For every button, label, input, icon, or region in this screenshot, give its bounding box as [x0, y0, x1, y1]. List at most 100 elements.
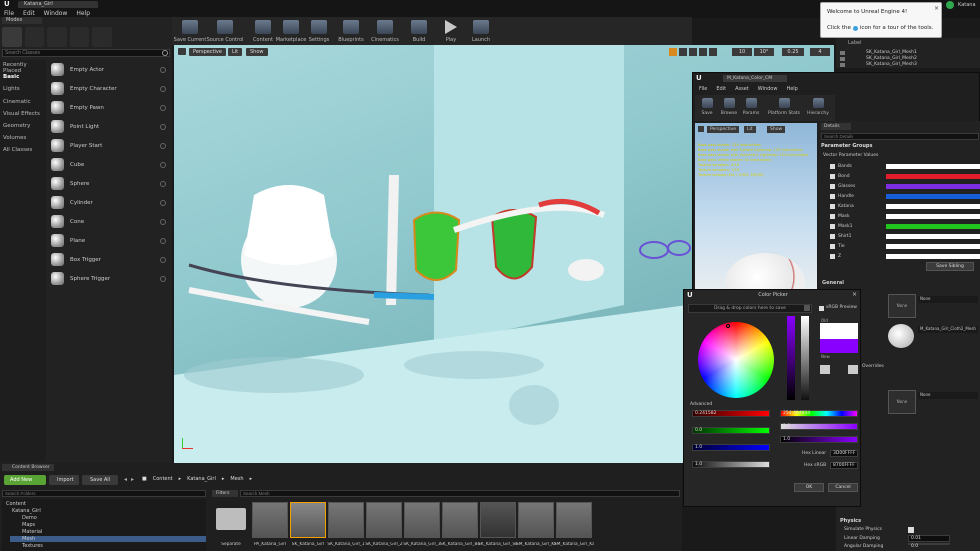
asset-tile-selected[interactable] — [290, 502, 326, 538]
perspective-button[interactable]: Perspective — [189, 48, 226, 56]
angular-damping-input[interactable]: 0.0 — [908, 543, 950, 549]
list-item[interactable]: Cylinder — [47, 193, 171, 212]
show-button[interactable]: Show — [246, 48, 268, 56]
outliner-row[interactable]: SK_Katana_Girl_Mesh3 — [866, 62, 917, 67]
menu-file[interactable]: File — [4, 10, 14, 17]
param-color-swatch[interactable] — [886, 254, 980, 259]
asset-tile[interactable] — [328, 502, 364, 538]
category-visual-effects[interactable]: Visual Effects — [3, 111, 40, 117]
param-checkbox[interactable] — [830, 194, 835, 199]
grid-snap-value[interactable]: 10 — [732, 48, 752, 56]
hue-input[interactable]: 254.494934 — [780, 410, 858, 417]
outliner-row[interactable]: SK_Katana_Girl_Mesh1 — [866, 50, 917, 55]
category-all-classes[interactable]: All Classes — [3, 147, 32, 153]
blue-input[interactable]: 1.0 — [692, 444, 770, 451]
vector-param-row[interactable]: Shirt1 — [820, 232, 980, 241]
param-checkbox[interactable] — [830, 244, 835, 249]
param-color-swatch[interactable] — [886, 194, 980, 199]
list-item[interactable]: Box Trigger — [47, 250, 171, 269]
content-browser-tab[interactable]: Content Browser — [2, 464, 54, 471]
vector-param-row[interactable]: Mask1 — [820, 222, 980, 231]
hex-srgb-input[interactable]: 8700FFFF — [830, 462, 858, 469]
param-color-swatch[interactable] — [886, 234, 980, 239]
asset-tile[interactable] — [480, 502, 516, 538]
param-color-swatch[interactable] — [886, 164, 980, 169]
breadcrumb-item[interactable]: Content — [153, 476, 173, 482]
param-checkbox[interactable] — [830, 254, 835, 259]
list-item[interactable]: Plane — [47, 231, 171, 250]
category-volumes[interactable]: Volumes — [3, 135, 26, 141]
list-item[interactable]: Empty Character — [47, 79, 171, 98]
modes-tab[interactable]: Modes — [2, 17, 42, 24]
tree-item[interactable]: Content — [6, 501, 26, 507]
category-cinematic[interactable]: Cinematic — [3, 99, 31, 105]
param-checkbox[interactable] — [830, 234, 835, 239]
asset-tile[interactable] — [556, 502, 592, 538]
asset-tile[interactable] — [252, 502, 288, 538]
material-slot-thumbnail[interactable]: None — [888, 390, 916, 414]
advanced-toggle[interactable]: Advanced — [690, 402, 712, 407]
eye-icon[interactable] — [840, 57, 845, 61]
vector-param-row[interactable]: Mask — [820, 212, 980, 221]
eyedropper-color-icon[interactable] — [820, 365, 830, 374]
list-item[interactable]: Cone — [47, 212, 171, 231]
tree-item[interactable]: Katana_Girl — [12, 508, 41, 514]
linear-damping-input[interactable]: 0.01 — [908, 535, 950, 542]
add-new-button[interactable]: Add New — [4, 475, 46, 485]
outliner-row[interactable]: SK_Katana_Girl_Mesh2 — [866, 56, 917, 61]
eye-icon[interactable] — [840, 63, 845, 67]
param-checkbox[interactable] — [830, 184, 835, 189]
menu-window[interactable]: Window — [758, 86, 778, 92]
alpha-slider[interactable] — [801, 316, 809, 400]
alpha-input[interactable]: 1.0 — [692, 461, 770, 468]
vector-params-header[interactable]: Vector Parameter Values — [823, 153, 878, 158]
save-sibling-button[interactable]: Save Sibling — [926, 262, 974, 271]
param-color-swatch[interactable] — [886, 174, 980, 179]
color-theme-bar[interactable]: Drag & drop colors here to save — [688, 304, 812, 313]
eyedropper-icon[interactable] — [848, 365, 858, 374]
menu-window[interactable]: Window — [44, 10, 68, 17]
camera-speed-value[interactable]: 4 — [810, 48, 830, 56]
green-input[interactable]: 0.0 — [692, 427, 770, 434]
vector-param-row[interactable]: Bond — [820, 172, 980, 181]
chevron-down-icon[interactable] — [804, 305, 810, 311]
forward-arrow-icon[interactable]: ▸ — [131, 476, 134, 483]
list-item[interactable]: Point Light — [47, 117, 171, 136]
param-color-swatch[interactable] — [886, 224, 980, 229]
place-mode-icon[interactable] — [2, 27, 22, 47]
material-sphere-thumbnail[interactable] — [888, 324, 914, 348]
physics-section-header[interactable]: Physics — [840, 518, 861, 524]
asset-search-input[interactable] — [240, 490, 680, 497]
material-preview[interactable]: Perspective Lit Show Base pass shader: 1… — [695, 123, 817, 293]
value-slider[interactable] — [787, 316, 795, 400]
foliage-mode-icon[interactable] — [69, 27, 90, 47]
hex-linear-input[interactable]: 3D00FFFF — [830, 450, 858, 457]
value-input[interactable]: 1.0 — [780, 436, 858, 443]
save-all-button[interactable]: Save All — [82, 475, 118, 485]
list-item[interactable]: Sphere Trigger — [47, 269, 171, 288]
list-item[interactable]: Sphere — [47, 174, 171, 193]
menu-edit[interactable]: Edit — [716, 86, 726, 92]
ok-button[interactable]: OK — [794, 483, 824, 492]
close-icon[interactable]: × — [852, 291, 857, 298]
class-search-input[interactable] — [2, 49, 170, 57]
geometry-mode-icon[interactable] — [92, 27, 112, 47]
param-checkbox[interactable] — [830, 214, 835, 219]
asset-tile[interactable] — [518, 502, 554, 538]
import-button[interactable]: Import — [49, 475, 79, 485]
folder-search-input[interactable] — [2, 490, 206, 497]
tree-item[interactable]: Mesh — [22, 536, 35, 542]
world-icon[interactable] — [699, 48, 707, 56]
rotation-snap-value[interactable]: 10° — [754, 48, 774, 56]
menu-help[interactable]: Help — [76, 10, 90, 17]
filters-button[interactable]: Filters — [212, 490, 238, 497]
menu-file[interactable]: File — [699, 86, 707, 92]
scale-snap-value[interactable]: 0.25 — [782, 48, 804, 56]
category-basic[interactable]: Basic — [3, 74, 19, 80]
landscape-mode-icon[interactable] — [47, 27, 67, 47]
param-color-swatch[interactable] — [886, 214, 980, 219]
ue-logo-icon[interactable]: U — [4, 0, 14, 8]
list-item[interactable]: Player Start — [47, 136, 171, 155]
vector-param-row[interactable]: Tie — [820, 242, 980, 251]
viewport-options-icon[interactable] — [178, 48, 186, 55]
